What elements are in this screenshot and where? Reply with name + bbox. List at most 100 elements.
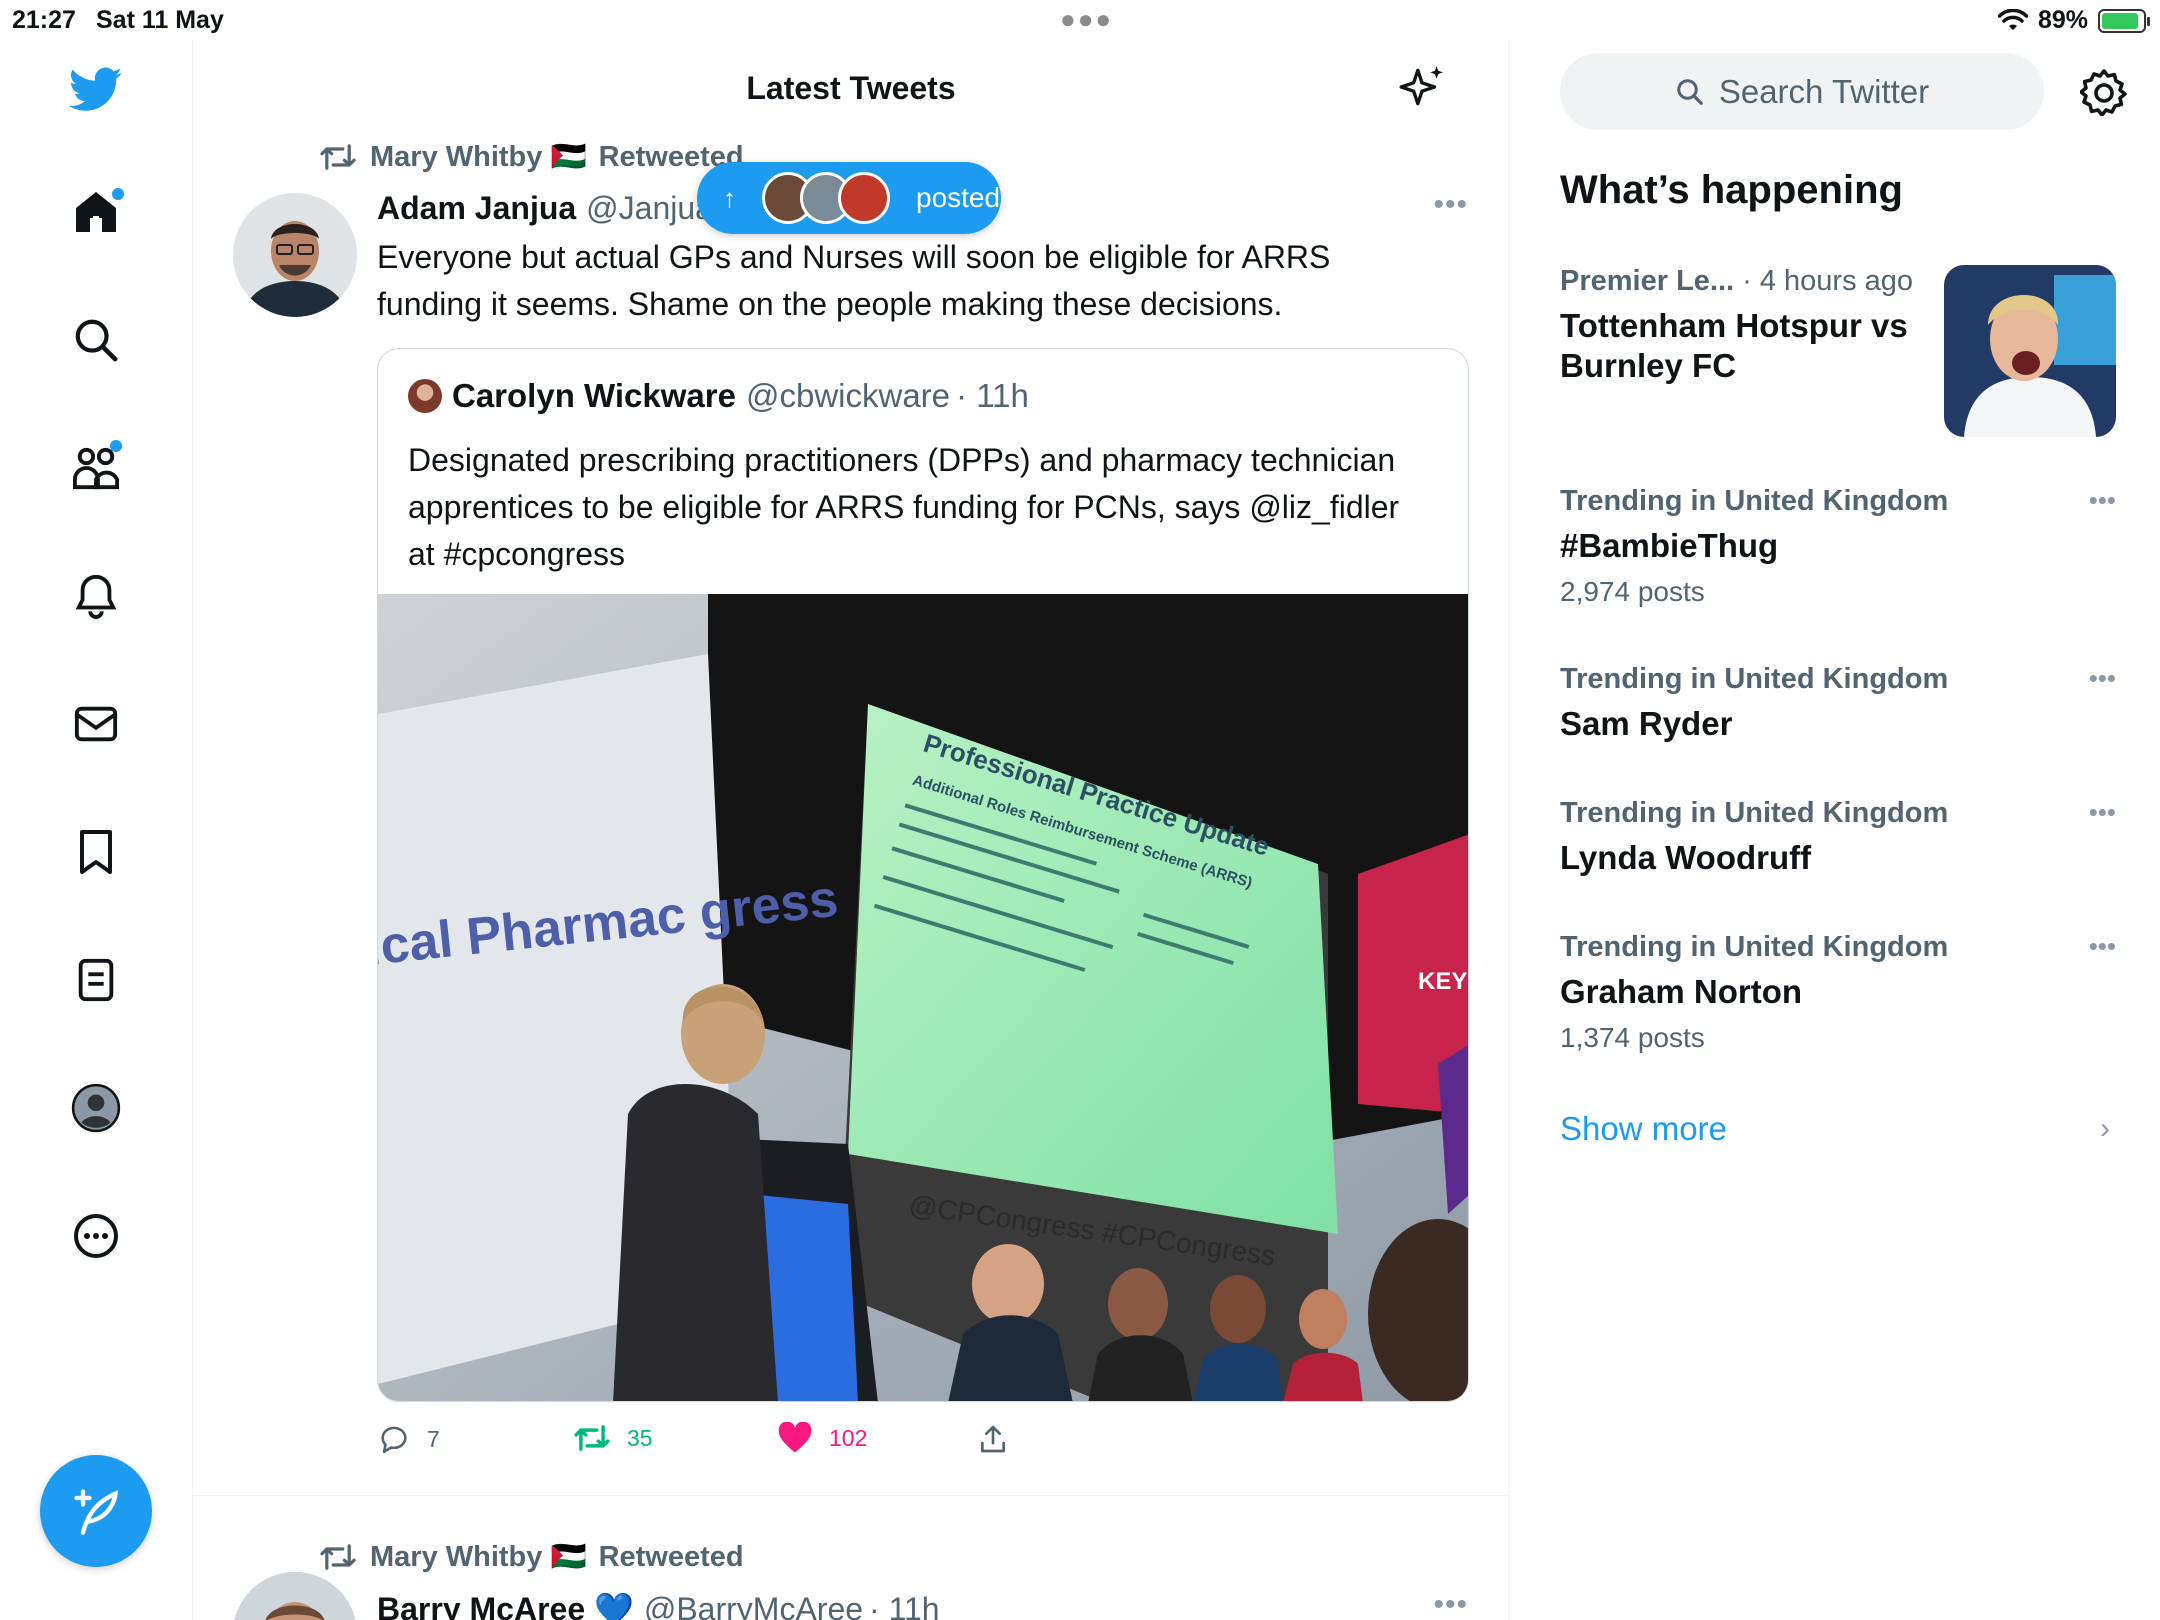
retweeted-label: Retweeted — [598, 1540, 744, 1573]
notifications-icon[interactable] — [64, 564, 128, 628]
reply-button[interactable]: 7 — [377, 1422, 440, 1456]
side-banner-text: KEY — [1418, 968, 1467, 995]
author-name[interactable]: Adam Janjua — [377, 190, 576, 227]
retweet-count: 35 — [627, 1424, 653, 1451]
page-title: Latest Tweets — [746, 70, 956, 106]
retweet-button[interactable]: 35 — [573, 1422, 653, 1454]
lists-icon[interactable] — [64, 948, 128, 1012]
trend-category: Premier Le... — [1560, 265, 1735, 297]
trend-item[interactable]: Trending in United Kingdom #BambieThug 2… — [1560, 485, 2116, 607]
retweet-icon — [320, 144, 356, 170]
trend-title: Sam Ryder — [1560, 705, 1733, 742]
tweet-photo[interactable]: Professional Practice Update Additional … — [378, 594, 1469, 1402]
bookmarks-icon[interactable] — [64, 820, 128, 884]
show-more-link[interactable]: Show more — [1560, 1110, 1727, 1148]
multitasking-dots-icon[interactable]: ●●● — [1060, 4, 1113, 35]
share-icon — [981, 1425, 1005, 1453]
trend-item[interactable]: Premier Le... · 4 hours ago Tottenham Ho… — [1560, 265, 2116, 465]
retweet-context: Mary Whitby 🇵🇸 Retweeted — [318, 1540, 744, 1574]
author-handle[interactable]: @Janjua — [586, 190, 713, 227]
avatar[interactable] — [233, 1572, 357, 1620]
trend-more-icon[interactable]: ••• — [2089, 663, 2116, 694]
home-icon[interactable] — [64, 180, 128, 244]
new-posts-pill[interactable]: ↑ posted — [697, 162, 1001, 234]
trend-more-icon[interactable]: ••• — [2089, 797, 2116, 828]
like-count: 102 — [829, 1424, 868, 1451]
quoted-tweet-text: Designated prescribing practitioners (DP… — [408, 442, 1400, 572]
trend-meta: Trending in United Kingdom — [1560, 797, 2116, 830]
battery-percent: 89% — [2037, 6, 2088, 34]
trend-meta: Trending in United Kingdom — [1560, 663, 2116, 696]
trend-meta: Trending in United Kingdom — [1560, 485, 2116, 518]
arrow-up-icon: ↑ — [723, 182, 736, 213]
quoted-tweet[interactable]: Carolyn Wickware @cbwickware · 11h Desig… — [377, 348, 1469, 1402]
communities-unread-dot — [110, 440, 122, 452]
trend-title: Lynda Woodruff — [1560, 839, 1812, 876]
trend-time: · 4 hours ago — [1734, 265, 1914, 297]
sidebar-nav — [0, 40, 193, 1620]
avatar — [408, 379, 442, 413]
author-handle[interactable]: @BarryMcAree — [644, 1591, 863, 1620]
right-sidebar: Search Twitter What’s happening Premier … — [1510, 40, 2160, 1620]
author-name[interactable]: Barry McAree 💙 — [377, 1590, 634, 1620]
status-date: Sat 11 May — [96, 6, 224, 34]
trend-count: 2,974 posts — [1560, 576, 1705, 607]
tweet-more-icon[interactable]: ••• — [1433, 188, 1468, 222]
gear-icon[interactable] — [2080, 68, 2128, 116]
trend-item[interactable]: Trending in United Kingdom Graham Norton… — [1560, 931, 2116, 1053]
trend-category: Trending in United Kingdom — [1560, 663, 1949, 695]
share-button[interactable] — [977, 1422, 1009, 1456]
quoted-time: · 11h — [956, 377, 1029, 414]
heart-icon — [778, 1422, 812, 1453]
search-placeholder: Search Twitter — [1718, 72, 1930, 110]
trend-category: Trending in United Kingdom — [1560, 485, 1949, 517]
compose-tweet-button[interactable] — [40, 1455, 152, 1567]
trend-item[interactable]: Trending in United Kingdom Sam Ryder ••• — [1560, 663, 2116, 753]
trend-category: Trending in United Kingdom — [1560, 797, 1949, 829]
timeline: Latest Tweets ↑ posted Mary Whitby 🇵🇸 Re… — [193, 40, 1509, 1620]
divider — [193, 1495, 1508, 1496]
retweet-icon — [320, 1544, 356, 1570]
wifi-icon — [1997, 8, 2028, 30]
timeline-header: Latest Tweets — [193, 40, 1508, 140]
quoted-author-name: Carolyn Wickware — [452, 377, 736, 414]
retweeter-name[interactable]: Mary Whitby 🇵🇸 — [370, 1540, 587, 1574]
twitter-logo-icon[interactable] — [64, 58, 128, 122]
reply-icon — [381, 1426, 407, 1454]
status-bar: 21:27 Sat 11 May ●●● 89% — [0, 0, 2160, 40]
trend-category: Trending in United Kingdom — [1560, 931, 1949, 963]
more-icon[interactable] — [64, 1204, 128, 1268]
like-button[interactable]: 102 — [777, 1422, 867, 1454]
search-input[interactable]: Search Twitter — [1560, 53, 2044, 130]
new-posts-label: posted — [916, 182, 1001, 213]
tweet-header: Adam Janjua @Janjua — [377, 190, 713, 227]
profile-icon[interactable] — [64, 1076, 128, 1140]
chevron-right-icon[interactable]: › — [2100, 1112, 2110, 1146]
trend-meta: Trending in United Kingdom — [1560, 931, 2116, 964]
trend-meta: Premier Le... · 4 hours ago — [1560, 265, 1940, 298]
trend-title: #BambieThug — [1560, 527, 1779, 564]
communities-icon[interactable] — [64, 436, 128, 500]
avatar[interactable] — [233, 193, 357, 317]
trend-item[interactable]: Trending in United Kingdom Lynda Woodruf… — [1560, 797, 2116, 887]
battery-icon — [2098, 8, 2150, 33]
trend-more-icon[interactable]: ••• — [2089, 485, 2116, 516]
home-unread-dot — [112, 188, 124, 200]
reply-count: 7 — [427, 1425, 440, 1452]
tweet-more-icon[interactable]: ••• — [1433, 1588, 1468, 1620]
trend-more-icon[interactable]: ••• — [2089, 931, 2116, 962]
retweeter-name[interactable]: Mary Whitby 🇵🇸 — [370, 140, 587, 174]
messages-icon[interactable] — [64, 692, 128, 756]
tweet-actions: 7 35 102 — [377, 1422, 1077, 1472]
tweet-time: · 11h — [869, 1591, 940, 1620]
whats-happening-title: What’s happening — [1560, 168, 1903, 212]
status-indicators: 89% — [1997, 6, 2150, 35]
trend-count: 1,374 posts — [1560, 1022, 1705, 1053]
tweet-header: Barry McAree 💙 @BarryMcAree · 11h — [377, 1590, 940, 1620]
trend-title: Graham Norton — [1560, 973, 1803, 1010]
search-icon[interactable] — [64, 308, 128, 372]
sparkle-icon[interactable] — [1397, 62, 1447, 112]
tweet-text: Everyone but actual GPs and Nurses will … — [377, 239, 1331, 322]
retweet-icon — [574, 1425, 610, 1451]
search-icon — [1677, 78, 1703, 105]
